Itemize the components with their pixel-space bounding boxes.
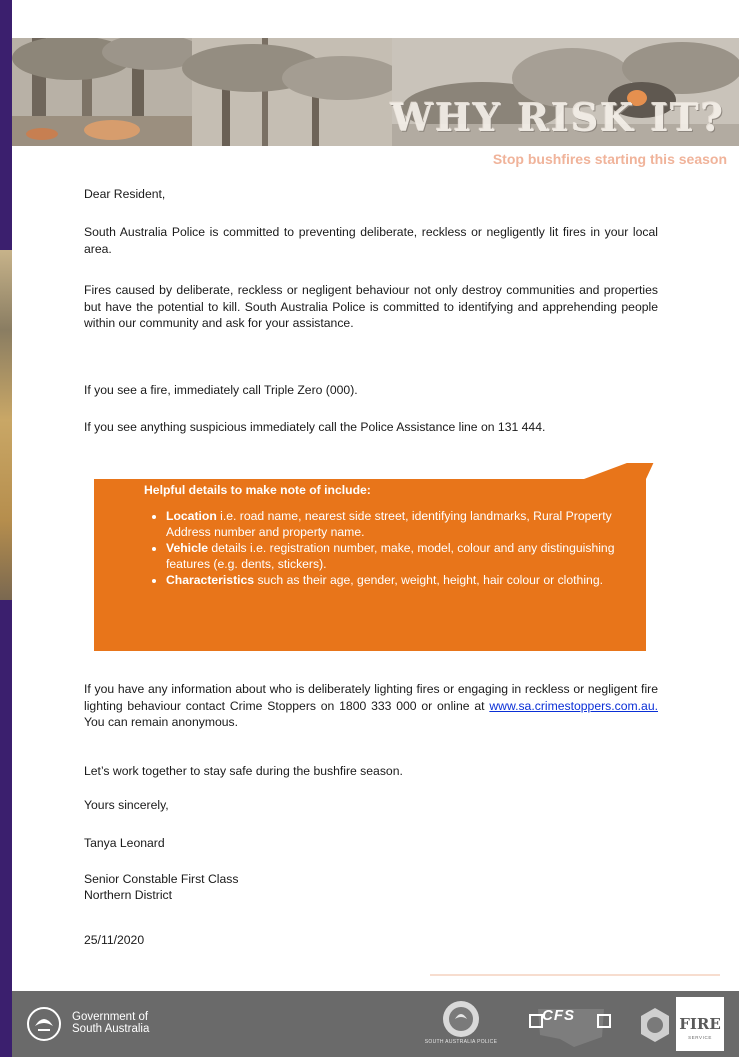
signer-name: Tanya Leonard [84,836,165,850]
left-background-strip [0,0,12,1057]
callout-item-vehicle: Vehicle details i.e. registration number… [166,540,624,572]
gov-line-2: South Australia [72,1023,150,1035]
callout-item-characteristics: Characteristics such as their age, gende… [166,572,624,588]
faded-footer-text-decoration [430,972,720,978]
signer-district: Northern District [84,888,173,902]
callout-title: Helpful details to make note of include: [144,483,371,497]
callout-list: Location i.e. road name, nearest side st… [144,508,624,588]
crimestoppers-link[interactable]: www.sa.crimestoppers.com.au. [489,699,658,713]
mfs-badge-icon [641,1008,669,1042]
faded-line [430,974,720,976]
gov-line-1: Government of [72,1011,149,1023]
callout-item-location: Location i.e. road name, nearest side st… [166,508,624,540]
paragraph-2: Fires caused by deliberate, reckless or … [84,283,658,330]
banner-title: WHY RISK IT? [390,95,725,140]
paragraph-1: South Australia Police is committed to p… [84,225,658,256]
fire-sub-label: SERVICE [688,1035,712,1040]
paragraph-4: If you see anything suspicious immediate… [84,420,546,434]
paragraph-3: If you see a fire, immediately call Trip… [84,383,358,397]
salutation: Dear Resident, [84,187,166,201]
paragraph-6: Let’s work together to stay safe during … [84,764,403,778]
paragraph-5: If you have any information about who is… [84,682,658,729]
letter-date: 25/11/2020 [84,933,145,947]
government-text: Government of South Australia [72,1011,149,1035]
banner-tagline: Stop bushfires starting this season [492,151,727,167]
closing: Yours sincerely, [84,798,169,812]
footer-bar: Government of South Australia SOUTH AUST… [12,991,739,1057]
fire-service-logo: FIRE SERVICE [676,997,724,1051]
top-margin [12,0,739,38]
helpful-details-callout: Helpful details to make note of include:… [94,463,659,651]
signer-title: Senior Constable First Class [84,872,239,886]
header-banner: WHY RISK IT? [12,38,739,146]
police-label: SOUTH AUSTRALIA POLICE [424,1039,498,1045]
fire-label: FIRE [679,1015,721,1033]
government-seal-icon [27,1007,61,1041]
cfs-label: CFS [542,1007,575,1024]
